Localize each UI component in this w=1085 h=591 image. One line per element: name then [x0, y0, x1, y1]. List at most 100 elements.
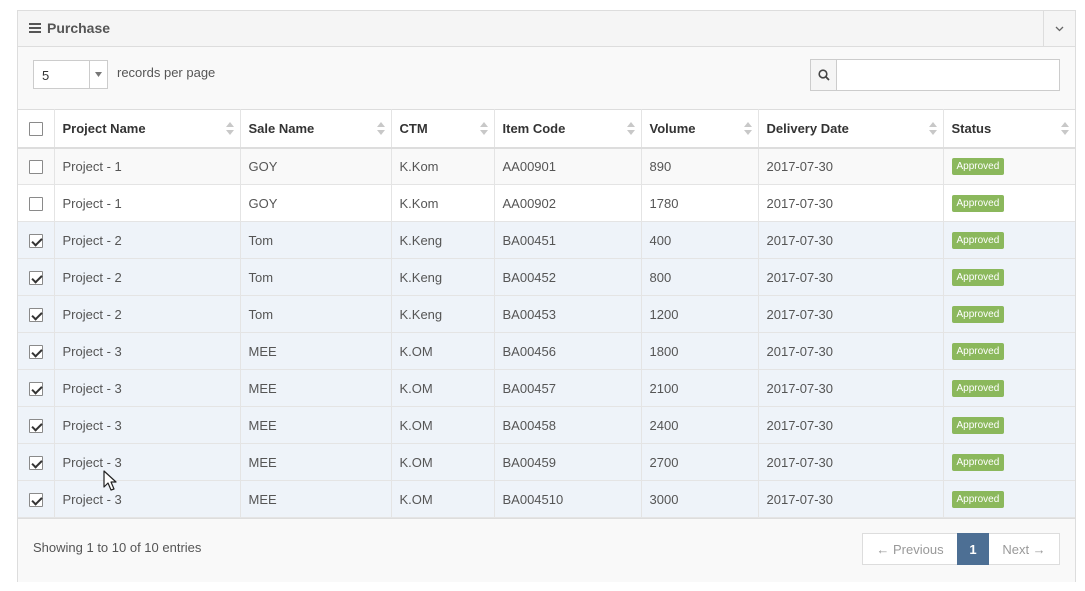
- cell-volume: 2700: [641, 443, 759, 481]
- cell-status: Approved: [943, 444, 1075, 481]
- table-row[interactable]: Project - 2 Tom K.Keng BA00452 800 2017-…: [18, 258, 1075, 296]
- status-badge: Approved: [951, 306, 1005, 323]
- table-header-row: Project Name Sale Name CTM Item Code Vol…: [18, 109, 1075, 149]
- status-badge: Approved: [951, 454, 1005, 471]
- column-label: CTM: [399, 120, 428, 136]
- column-header-volume[interactable]: Volume: [641, 109, 759, 149]
- cell-item-code: BA00453: [494, 295, 642, 333]
- row-select-cell: [18, 369, 55, 407]
- status-badge: Approved: [951, 232, 1005, 249]
- column-header-sale-name[interactable]: Sale Name: [240, 109, 392, 149]
- row-select-cell: [18, 406, 55, 444]
- column-header-item-code[interactable]: Item Code: [494, 109, 642, 149]
- table-toolbar: 5 records per page: [18, 47, 1075, 109]
- cell-item-code: BA00457: [494, 369, 642, 407]
- table-row[interactable]: Project - 1 GOY K.Kom AA00901 890 2017-0…: [18, 147, 1075, 185]
- select-all-cell: [18, 109, 55, 149]
- cell-volume: 1780: [641, 184, 759, 222]
- cell-item-code: AA00901: [494, 147, 642, 185]
- status-badge: Approved: [951, 491, 1005, 508]
- panel-title: Purchase: [29, 20, 110, 36]
- table-row[interactable]: Project - 3 MEE K.OM BA00459 2700 2017-0…: [18, 443, 1075, 481]
- table-row[interactable]: Project - 2 Tom K.Keng BA00453 1200 2017…: [18, 295, 1075, 333]
- row-checkbox[interactable]: [28, 233, 43, 248]
- row-checkbox[interactable]: [28, 455, 43, 470]
- column-header-delivery-date[interactable]: Delivery Date: [758, 109, 944, 149]
- row-select-cell: [18, 295, 55, 333]
- row-select-cell: [18, 443, 55, 481]
- cell-item-code: AA00902: [494, 184, 642, 222]
- cell-volume: 1800: [641, 332, 759, 370]
- cell-project-name: Project - 1: [54, 184, 241, 222]
- column-header-status[interactable]: Status: [943, 109, 1075, 149]
- table-row[interactable]: Project - 3 MEE K.OM BA00458 2400 2017-0…: [18, 406, 1075, 444]
- column-label: Project Name: [62, 120, 146, 136]
- cell-item-code: BA00452: [494, 258, 642, 296]
- search-group: [810, 59, 1060, 91]
- cell-volume: 2400: [641, 406, 759, 444]
- cell-status: Approved: [943, 259, 1075, 296]
- sort-both-icon: [626, 122, 635, 136]
- column-header-project-name[interactable]: Project Name: [54, 109, 241, 149]
- column-label: Sale Name: [248, 120, 315, 136]
- cell-delivery-date: 2017-07-30: [758, 406, 944, 444]
- cell-item-code: BA004510: [494, 480, 642, 518]
- status-badge: Approved: [951, 343, 1005, 360]
- cell-volume: 2100: [641, 369, 759, 407]
- cell-sale-name: Tom: [240, 258, 392, 296]
- row-checkbox[interactable]: [28, 492, 43, 507]
- table-row[interactable]: Project - 3 MEE K.OM BA004510 3000 2017-…: [18, 480, 1075, 518]
- table-row[interactable]: Project - 3 MEE K.OM BA00456 1800 2017-0…: [18, 332, 1075, 370]
- cell-ctm: K.OM: [391, 480, 495, 518]
- cell-project-name: Project - 2: [54, 258, 241, 296]
- select-all-checkbox[interactable]: [28, 122, 43, 137]
- cell-project-name: Project - 3: [54, 443, 241, 481]
- cell-status: Approved: [943, 481, 1075, 518]
- sort-both-icon: [928, 122, 937, 136]
- cell-status: Approved: [943, 185, 1075, 222]
- cell-status: Approved: [943, 333, 1075, 370]
- sort-both-icon: [225, 122, 234, 136]
- search-input[interactable]: [837, 60, 1059, 90]
- cell-status: Approved: [943, 222, 1075, 259]
- records-per-page-label: records per page: [117, 65, 216, 80]
- previous-page-button[interactable]: ← Previous: [862, 533, 957, 565]
- row-checkbox[interactable]: [28, 418, 43, 433]
- row-select-cell: [18, 332, 55, 370]
- row-checkbox[interactable]: [28, 381, 43, 396]
- cell-delivery-date: 2017-07-30: [758, 480, 944, 518]
- page-size-value: 5: [42, 68, 50, 83]
- cell-volume: 400: [641, 221, 759, 259]
- cell-project-name: Project - 2: [54, 221, 241, 259]
- cell-delivery-date: 2017-07-30: [758, 295, 944, 333]
- cell-volume: 890: [641, 147, 759, 185]
- cell-sale-name: GOY: [240, 184, 392, 222]
- table-row[interactable]: Project - 3 MEE K.OM BA00457 2100 2017-0…: [18, 369, 1075, 407]
- cell-project-name: Project - 3: [54, 480, 241, 518]
- row-select-cell: [18, 184, 55, 222]
- collapse-button[interactable]: [1043, 11, 1075, 46]
- cell-item-code: BA00451: [494, 221, 642, 259]
- row-checkbox[interactable]: [28, 307, 43, 322]
- table-row[interactable]: Project - 2 Tom K.Keng BA00451 400 2017-…: [18, 221, 1075, 259]
- cell-ctm: K.OM: [391, 332, 495, 370]
- table-footer: Showing 1 to 10 of 10 entries ← Previous…: [18, 518, 1075, 582]
- row-checkbox[interactable]: [28, 160, 43, 175]
- column-label: Item Code: [502, 120, 566, 136]
- cell-delivery-date: 2017-07-30: [758, 332, 944, 370]
- cell-ctm: K.Keng: [391, 258, 495, 296]
- cell-sale-name: MEE: [240, 332, 392, 370]
- row-checkbox[interactable]: [28, 270, 43, 285]
- cell-project-name: Project - 3: [54, 406, 241, 444]
- cell-ctm: K.OM: [391, 443, 495, 481]
- table-row[interactable]: Project - 1 GOY K.Kom AA00902 1780 2017-…: [18, 184, 1075, 222]
- sort-both-icon: [479, 122, 488, 136]
- column-header-ctm[interactable]: CTM: [391, 109, 495, 149]
- row-checkbox[interactable]: [28, 196, 43, 211]
- next-page-button[interactable]: Next →: [989, 533, 1060, 565]
- page-size-select[interactable]: 5: [33, 60, 108, 89]
- row-checkbox[interactable]: [28, 344, 43, 359]
- table-body: Project - 1 GOY K.Kom AA00901 890 2017-0…: [18, 147, 1075, 518]
- page-button-1[interactable]: 1: [957, 533, 989, 565]
- cell-item-code: BA00456: [494, 332, 642, 370]
